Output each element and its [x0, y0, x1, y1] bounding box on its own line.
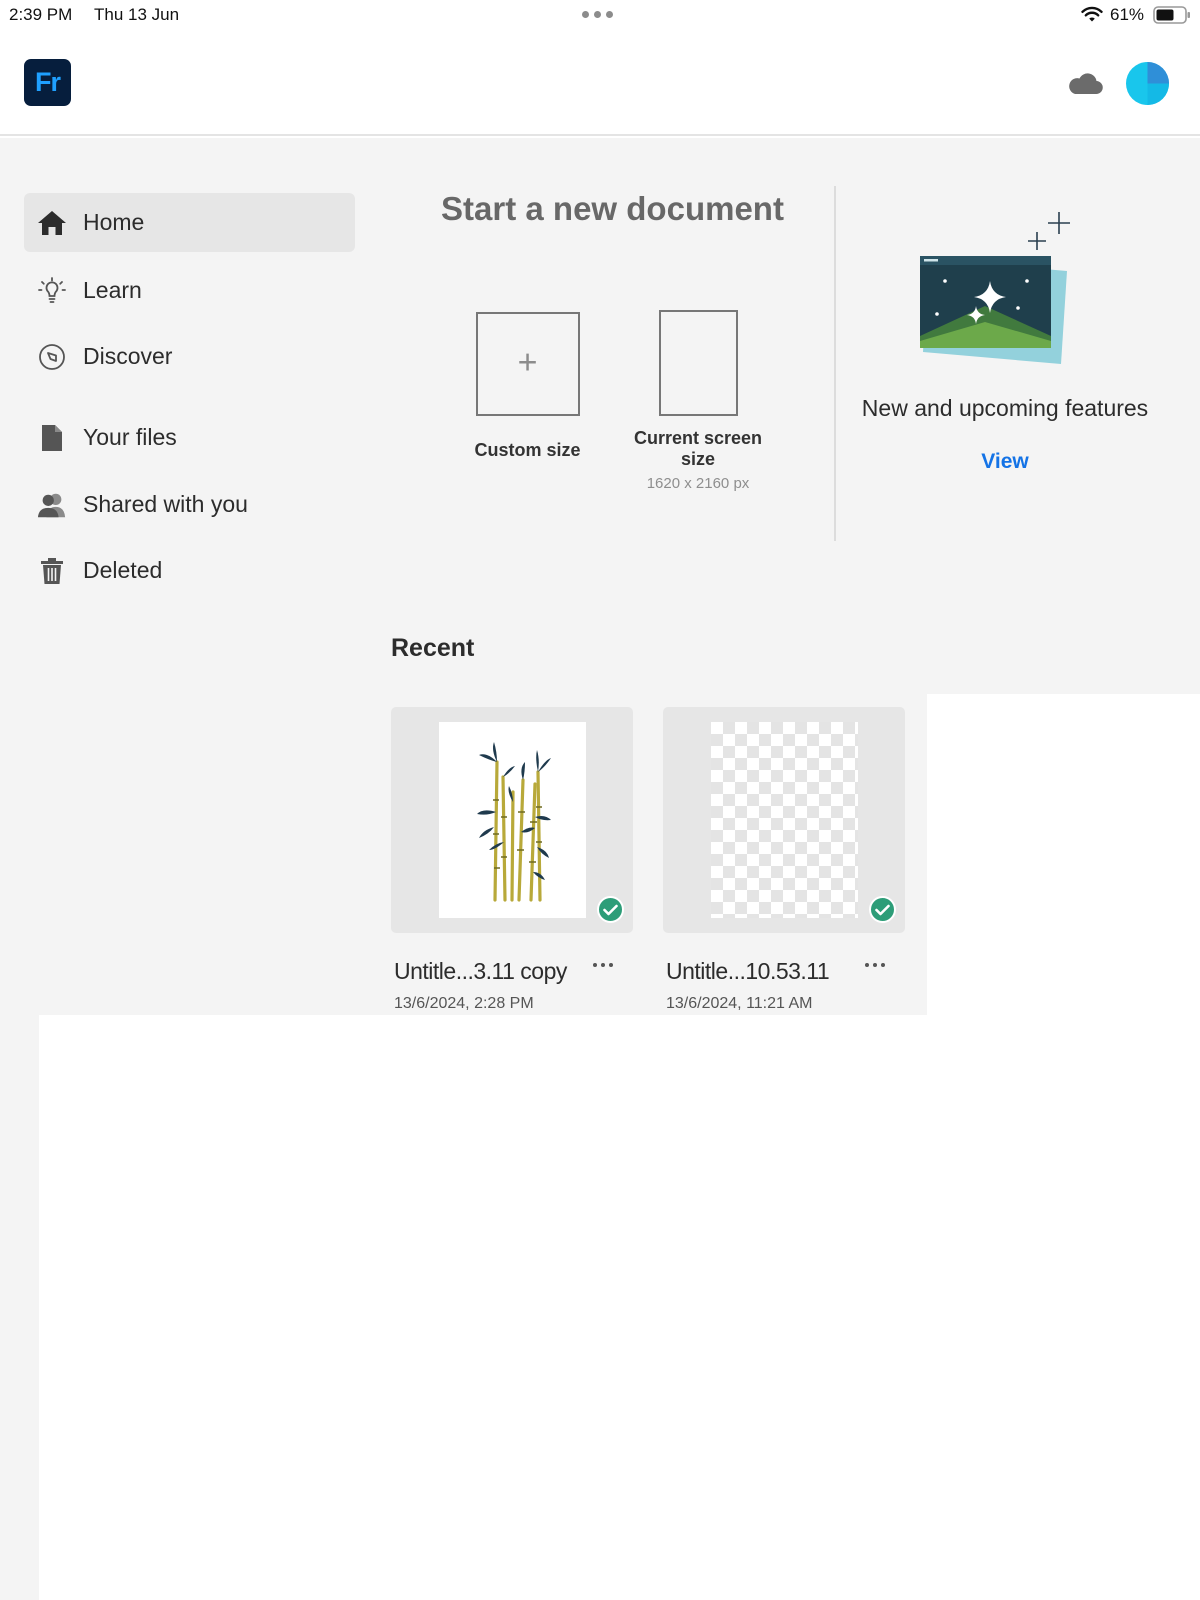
avatar[interactable]: [1126, 62, 1169, 105]
recent-file-card[interactable]: [391, 707, 633, 933]
sidebar-item-label: Discover: [83, 343, 173, 369]
home-icon: [37, 208, 67, 238]
lightbulb-icon: [37, 276, 67, 306]
sidebar-item-learn[interactable]: Learn: [24, 261, 355, 320]
trash-icon: [37, 556, 67, 586]
file-name: Untitle...3.11 copy: [394, 958, 567, 984]
features-title: New and upcoming features: [861, 395, 1149, 421]
more-options-button[interactable]: [861, 958, 889, 972]
shared-users-icon: [37, 490, 67, 520]
battery-percent: 61%: [1110, 5, 1145, 24]
compass-icon: [37, 342, 67, 372]
app-header: Fr: [0, 30, 1200, 136]
plus-icon: +: [517, 343, 538, 382]
blank-region: [927, 694, 1200, 1015]
preset-label: Current screen size: [633, 428, 763, 469]
synced-check-icon: [869, 896, 896, 923]
multitasking-dots-icon[interactable]: [582, 11, 613, 18]
sidebar-item-home[interactable]: Home: [24, 193, 355, 252]
file-thumbnail: [439, 722, 586, 918]
more-options-button[interactable]: [589, 958, 617, 972]
recent-file-card[interactable]: [663, 707, 905, 933]
view-features-link[interactable]: View: [955, 450, 1055, 474]
app-logo: Fr: [24, 59, 71, 106]
sidebar-item-label: Learn: [83, 277, 142, 303]
new-features-illustration: [920, 212, 1070, 364]
current-screen-size-preset[interactable]: Current screen size 1620 x 2160 px: [623, 310, 773, 492]
file-date: 13/6/2024, 2:28 PM: [394, 995, 534, 1012]
new-document-title: Start a new document: [441, 190, 784, 227]
file-date: 13/6/2024, 11:21 AM: [666, 995, 813, 1012]
sidebar-item-label: Your files: [83, 424, 177, 450]
battery-icon: [1153, 6, 1190, 24]
status-bar: 2:39 PM Thu 13 Jun 61%: [0, 0, 1200, 30]
screen-size-thumbnail: [658, 310, 738, 416]
preset-label: Custom size: [474, 440, 581, 460]
status-date: Thu 13 Jun: [94, 5, 180, 24]
file-name: Untitle...10.53.11: [666, 958, 830, 984]
transparent-canvas-thumbnail: [711, 722, 858, 918]
custom-size-thumbnail: +: [475, 312, 580, 416]
file-icon: [37, 423, 67, 453]
blank-region: [39, 1015, 1200, 1600]
sidebar-item-discover[interactable]: Discover: [24, 327, 355, 386]
divider: [834, 186, 836, 541]
status-time: 2:39 PM: [9, 5, 73, 24]
sidebar-item-label: Deleted: [83, 557, 163, 583]
sidebar-item-your-files[interactable]: Your files: [24, 408, 355, 467]
synced-check-icon: [597, 896, 624, 923]
recent-section-title: Recent: [391, 634, 475, 662]
bamboo-painting-image: [477, 742, 551, 902]
sidebar-item-label: Shared with you: [83, 491, 248, 517]
custom-size-preset[interactable]: + Custom size: [455, 312, 600, 461]
sidebar-item-label: Home: [83, 209, 145, 235]
cloud-sync-icon[interactable]: [1067, 70, 1103, 96]
wifi-icon: [1081, 6, 1103, 22]
sidebar-item-deleted[interactable]: Deleted: [24, 541, 355, 600]
sidebar-item-shared-with-you[interactable]: Shared with you: [24, 475, 355, 534]
preset-dimensions: 1620 x 2160 px: [646, 475, 750, 492]
